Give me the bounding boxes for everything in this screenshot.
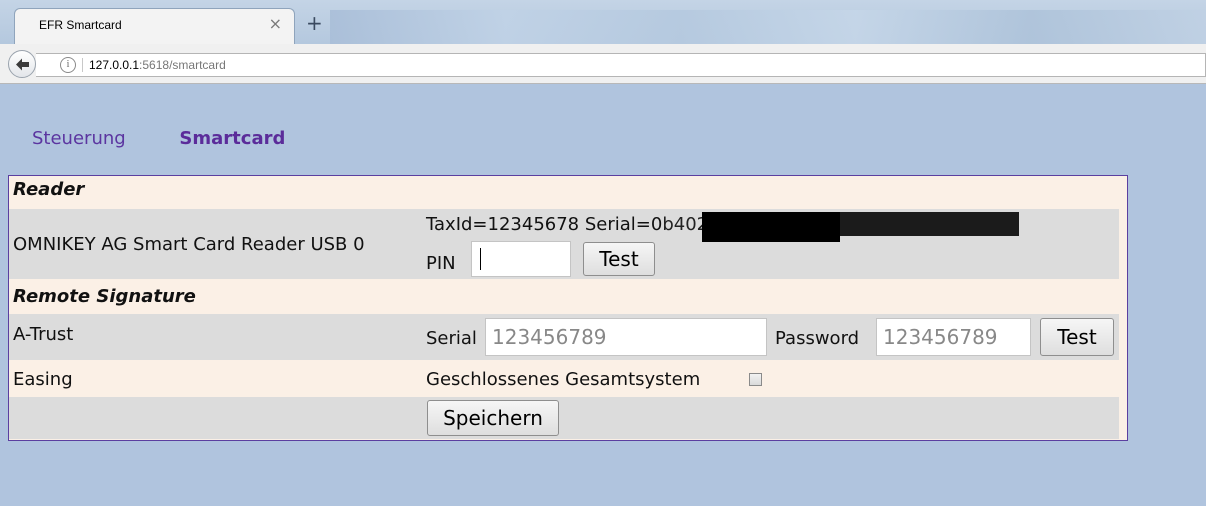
tab-bar-background: [330, 10, 1206, 44]
remote-signature-section-title: Remote Signature: [13, 286, 196, 307]
save-row: Speichern: [9, 397, 1119, 439]
reader-section-header: Reader: [9, 176, 1119, 208]
browser-tab-bar: EFR Smartcard × +: [0, 0, 1206, 44]
url-path: :5618/smartcard: [139, 58, 226, 72]
reader-device-name: OMNIKEY AG Smart Card Reader USB 0: [13, 234, 365, 255]
password-label: Password: [775, 328, 860, 349]
reader-row: OMNIKEY AG Smart Card Reader USB 0 TaxId…: [9, 209, 1119, 279]
redaction-block: [702, 212, 840, 242]
info-icon[interactable]: i: [60, 57, 76, 73]
card-info-visible: TaxId=12345678 Serial=0: [426, 214, 663, 235]
smartcard-settings-panel: Reader OMNIKEY AG Smart Card Reader USB …: [8, 175, 1128, 441]
reader-test-button[interactable]: Test: [583, 242, 655, 276]
close-tab-icon[interactable]: ×: [269, 16, 282, 32]
url-divider: [82, 58, 83, 72]
serial-input[interactable]: 123456789: [485, 318, 767, 356]
nav-link-steuerung[interactable]: Steuerung: [32, 128, 126, 149]
url-text: 127.0.0.1:5618/smartcard: [89, 58, 226, 72]
redaction-block-overlay: [829, 212, 1019, 236]
save-button[interactable]: Speichern: [427, 400, 559, 436]
easing-label: Easing: [13, 369, 73, 390]
easing-row: Easing Geschlossenes Gesamtsystem: [9, 361, 1119, 396]
a-trust-test-button[interactable]: Test: [1040, 318, 1114, 356]
new-tab-icon[interactable]: +: [306, 13, 323, 33]
reader-section-title: Reader: [13, 179, 85, 200]
serial-label: Serial: [426, 328, 477, 349]
top-navigation: Steuerung Smartcard: [32, 128, 285, 149]
back-button[interactable]: [8, 50, 36, 78]
url-host: 127.0.0.1: [89, 58, 140, 72]
browser-nav-bar: i 127.0.0.1:5618/smartcard: [0, 44, 1206, 84]
a-trust-row: A-Trust Serial 123456789 Password 123456…: [9, 314, 1119, 360]
tab-title: EFR Smartcard: [39, 18, 122, 32]
checkbox-label: Geschlossenes Gesamtsystem: [426, 369, 701, 390]
password-input[interactable]: 123456789: [876, 318, 1031, 356]
a-trust-label: A-Trust: [13, 324, 74, 345]
gesamtsystem-checkbox[interactable]: [749, 373, 762, 386]
nav-link-smartcard[interactable]: Smartcard: [179, 128, 285, 149]
remote-signature-section-header: Remote Signature: [9, 280, 1119, 313]
text-cursor: [480, 248, 481, 270]
pin-input[interactable]: [471, 241, 571, 277]
back-arrow-icon: [16, 58, 29, 71]
address-bar[interactable]: i 127.0.0.1:5618/smartcard: [36, 53, 1206, 77]
pin-label: PIN: [426, 253, 456, 274]
browser-tab[interactable]: EFR Smartcard ×: [14, 8, 295, 44]
